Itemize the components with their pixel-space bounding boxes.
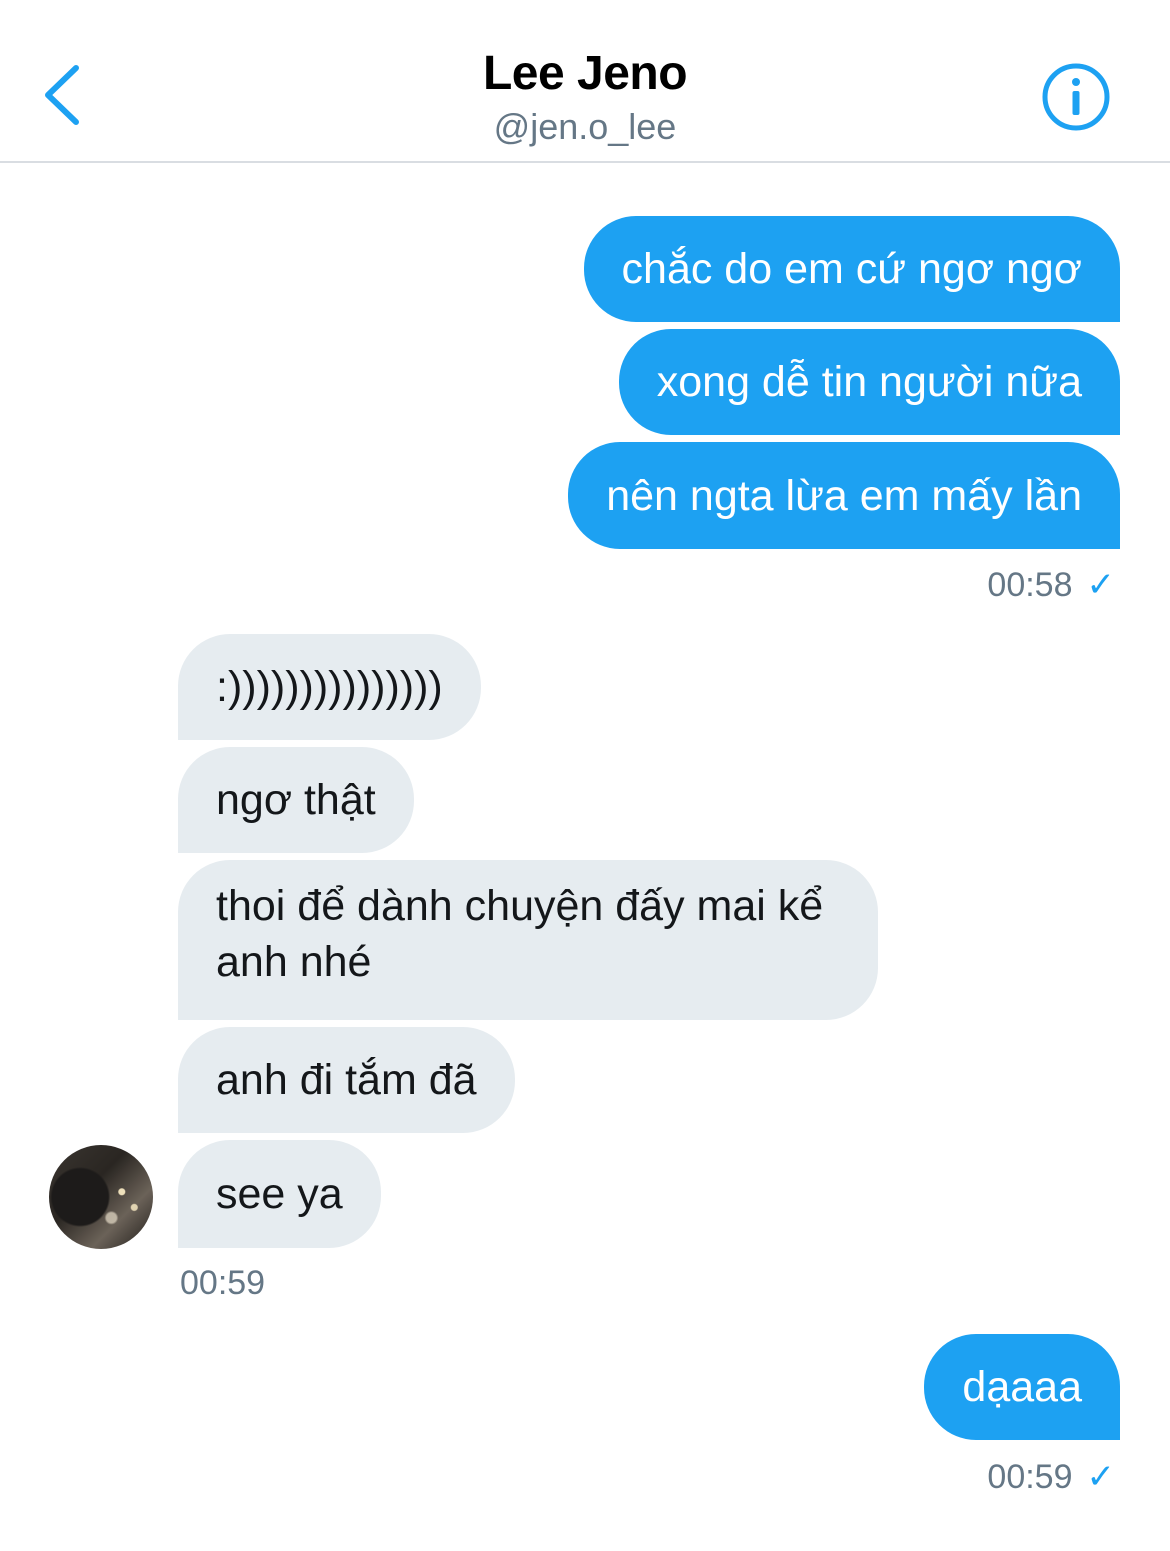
info-icon [1042,63,1110,131]
conversation-title: Lee Jeno [482,47,688,100]
message-timestamp: 00:58 ✓ [987,565,1115,605]
message-bubble-sent[interactable]: dạaaa [924,1334,1120,1440]
message-timestamp: 00:59 [180,1264,266,1302]
timestamp-text: 00:58 [987,566,1073,604]
message-bubble-received[interactable]: see ya [178,1140,381,1248]
message-bubble-sent[interactable]: xong dễ tin người nữa [618,329,1120,435]
checkmark-icon: ✓ [1086,1458,1116,1496]
message-bubble-sent[interactable]: chắc do em cứ ngơ ngơ [583,216,1120,322]
sender-avatar[interactable] [49,1145,153,1249]
info-button[interactable] [1040,61,1112,133]
checkmark-icon: ✓ [1086,566,1116,604]
conversation-header: Lee Jeno @jen.o_lee [0,0,1170,163]
message-bubble-received[interactable]: ngơ thật [178,747,414,853]
message-bubble-received[interactable]: thoi để dành chuyện đấy mai kể anh nhé [178,860,878,1020]
conversation-handle: @jen.o_lee [493,106,677,147]
timestamp-text: 00:59 [987,1458,1073,1496]
message-timestamp: 00:59 ✓ [987,1457,1115,1497]
message-bubble-received[interactable]: anh đi tắm đã [178,1027,515,1133]
message-bubble-sent[interactable]: nên ngta lừa em mấy lần [568,442,1120,549]
message-bubble-received[interactable]: :))))))))))))))) [178,634,481,740]
